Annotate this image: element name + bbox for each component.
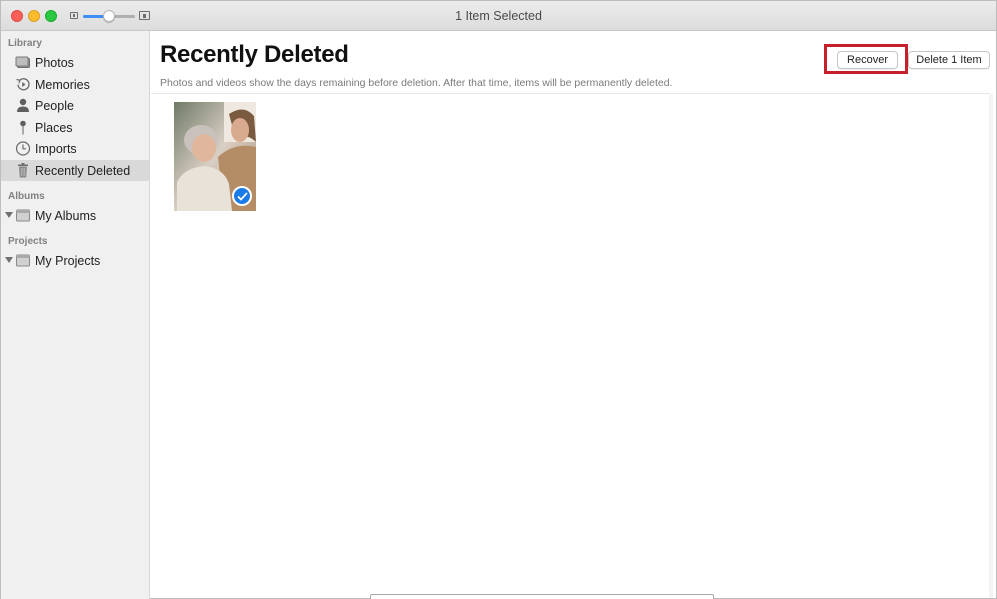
sidebar-item-my-projects[interactable]: My Projects xyxy=(1,250,149,271)
memories-icon xyxy=(15,77,31,92)
page-title: Recently Deleted xyxy=(160,41,349,68)
header-divider xyxy=(151,93,990,94)
sidebar: Library Photos Memories People Places Im… xyxy=(1,31,150,599)
window-title: 1 Item Selected xyxy=(455,9,542,23)
page-subtitle: Photos and videos show the days remainin… xyxy=(160,77,673,89)
sidebar-item-label: People xyxy=(35,99,74,113)
sidebar-item-label: Imports xyxy=(35,142,77,156)
sidebar-item-label: Recently Deleted xyxy=(35,164,131,178)
recover-button[interactable]: Recover xyxy=(837,51,898,69)
disclosure-triangle-icon[interactable] xyxy=(5,257,13,263)
sidebar-item-imports[interactable]: Imports xyxy=(1,138,149,159)
sidebar-item-memories[interactable]: Memories xyxy=(1,74,149,95)
section-label-library: Library xyxy=(8,38,42,49)
title-bar: 1 Item Selected xyxy=(1,1,996,31)
disclosure-triangle-icon[interactable] xyxy=(5,212,13,218)
sidebar-item-recently-deleted[interactable]: Recently Deleted xyxy=(1,160,149,181)
main-content: Recently Deleted Photos and videos show … xyxy=(151,31,996,599)
photos-icon xyxy=(15,55,31,70)
sidebar-item-label: Places xyxy=(35,121,73,135)
people-icon xyxy=(15,98,31,113)
sidebar-item-people[interactable]: People xyxy=(1,95,149,116)
trash-icon xyxy=(15,163,31,178)
section-label-projects: Projects xyxy=(8,236,48,247)
sidebar-item-label: My Albums xyxy=(35,209,97,223)
selected-checkmark-icon xyxy=(232,186,252,206)
vertical-scrollbar[interactable] xyxy=(989,94,993,598)
places-pin-icon xyxy=(15,120,31,135)
sidebar-item-label: Photos xyxy=(35,56,74,70)
bottom-status-bar xyxy=(370,594,714,599)
sidebar-item-label: My Projects xyxy=(35,254,101,268)
folder-icon xyxy=(15,208,31,223)
photos-window: 1 Item Selected Library Photos Memories … xyxy=(0,0,997,599)
delete-item-button[interactable]: Delete 1 Item xyxy=(908,51,990,69)
clock-icon xyxy=(15,141,31,156)
sidebar-item-label: Memories xyxy=(35,78,90,92)
folder-icon xyxy=(15,253,31,268)
sidebar-item-places[interactable]: Places xyxy=(1,117,149,138)
sidebar-item-my-albums[interactable]: My Albums xyxy=(1,205,149,226)
section-label-albums: Albums xyxy=(8,191,45,202)
sidebar-item-photos[interactable]: Photos xyxy=(1,52,149,73)
